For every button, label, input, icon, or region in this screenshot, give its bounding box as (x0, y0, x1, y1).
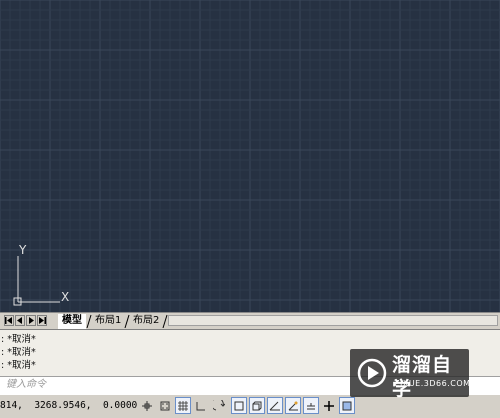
tab-model[interactable]: 模型 (58, 314, 86, 330)
3d-object-snap-icon[interactable] (249, 397, 265, 414)
tab-layout2[interactable]: 布局2 (129, 314, 163, 328)
drawing-canvas[interactable]: Y X (0, 0, 500, 312)
watermark-logo: 溜溜自学 ZIXUE.3D66.COM (350, 349, 471, 400)
grid-display-icon[interactable] (175, 397, 191, 414)
transparency-icon[interactable] (339, 397, 355, 414)
infer-constraints-icon[interactable] (139, 397, 155, 414)
prev-tab-icon[interactable] (15, 315, 25, 326)
horizontal-scrollbar[interactable] (168, 315, 498, 326)
snap-mode-icon[interactable] (157, 397, 173, 414)
coordinate-readout: 814, 3268.9546, 0.0000 (0, 400, 138, 411)
object-snap-tracking-icon[interactable] (267, 397, 283, 414)
history-line: : *取消* (1, 347, 36, 358)
ucs-x-label: X (61, 290, 69, 304)
object-snap-icon[interactable] (231, 397, 247, 414)
ortho-mode-icon[interactable] (193, 397, 209, 414)
last-tab-icon[interactable] (37, 315, 47, 326)
history-line: : *取消* (1, 360, 36, 371)
lineweight-icon[interactable] (321, 397, 337, 414)
polar-tracking-icon[interactable] (211, 397, 227, 414)
tab-layout1[interactable]: 布局1 (91, 314, 125, 328)
command-input-placeholder: 键入命令 (6, 379, 46, 390)
watermark-url: ZIXUE.3D66.COM (394, 379, 471, 388)
ucs-icon: Y X (13, 243, 69, 306)
next-tab-icon[interactable] (26, 315, 36, 326)
layout-tab-bar: 模型 布局1 布局2 (0, 312, 500, 330)
play-logo-icon (357, 358, 387, 388)
watermark-title: 溜溜自学 (392, 354, 453, 400)
history-line: : *取消* (1, 334, 36, 345)
ucs-y-label: Y (18, 243, 27, 257)
dynamic-input-icon[interactable] (303, 397, 319, 414)
first-tab-icon[interactable] (4, 315, 14, 326)
dynamic-ucs-icon[interactable] (285, 397, 301, 414)
